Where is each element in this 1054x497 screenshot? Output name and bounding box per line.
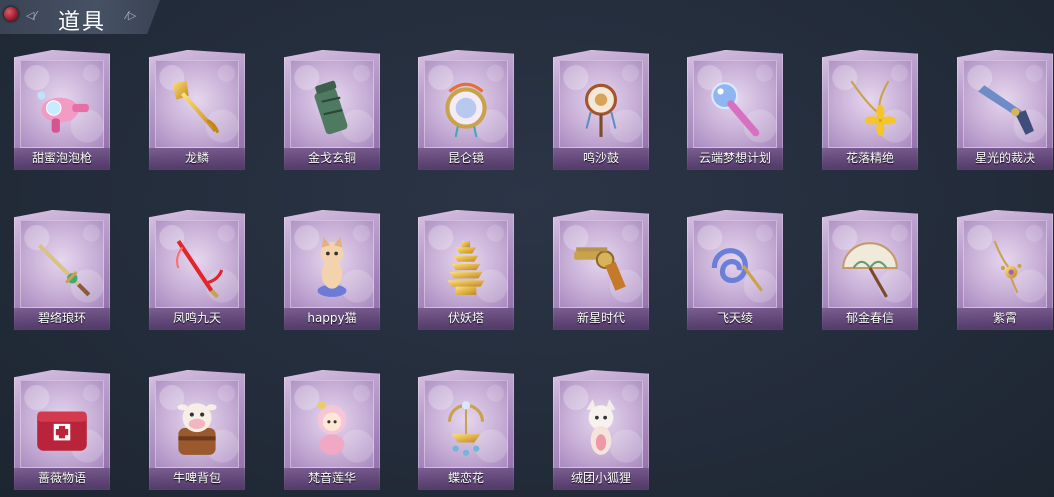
item-label: 鸣沙鼓 [582, 151, 619, 165]
item-label: happy猫 [307, 311, 357, 325]
item-label: 碧络琅环 [37, 311, 86, 325]
item-label: 牛啤背包 [172, 471, 221, 485]
item-card[interactable]: 星光的裁决 [957, 50, 1053, 170]
page-header: ◁⁄ 道具 ⁄▷ [0, 0, 160, 34]
cow-backpack-icon [166, 397, 228, 459]
item-card[interactable]: happy猫 [284, 210, 380, 330]
item-card[interactable]: 牛啤背包 [149, 370, 245, 490]
golden-pagoda-icon [435, 237, 497, 299]
microphone-wand-icon [704, 77, 766, 139]
item-label: 伏妖塔 [447, 311, 484, 325]
golden-pendulum-icon [974, 237, 1036, 299]
revolver-icon [570, 237, 632, 299]
item-card[interactable]: 碧络琅环 [14, 210, 110, 330]
flower-pendulum-icon [839, 77, 901, 139]
item-card[interactable]: 花落精绝 [822, 50, 918, 170]
ornament-right-icon: ⁄▷ [126, 9, 137, 22]
item-card[interactable]: 云端梦想计划 [687, 50, 783, 170]
bubble-gun-icon [31, 77, 93, 139]
item-label: 梵音莲华 [307, 471, 356, 485]
item-card[interactable]: 蝶恋花 [418, 370, 514, 490]
hand-drum-icon [570, 77, 632, 139]
red-gem-icon [4, 7, 18, 21]
ribbon-icon [704, 237, 766, 299]
item-card[interactable]: 凤鸣九天 [149, 210, 245, 330]
red-sword-icon [166, 237, 228, 299]
ornate-mirror-icon [435, 77, 497, 139]
first-aid-kit-icon [31, 397, 93, 459]
jade-sword-icon [31, 237, 93, 299]
item-label: 昆仑镜 [447, 151, 484, 165]
ornament-left-icon: ◁⁄ [26, 9, 37, 22]
item-card[interactable]: 鸣沙鼓 [553, 50, 649, 170]
golden-shovel-icon [166, 77, 228, 139]
item-label: 绒团小狐狸 [570, 471, 631, 485]
paper-umbrella-icon [839, 237, 901, 299]
item-label: 云端梦想计划 [698, 151, 771, 165]
item-card[interactable]: 梵音莲华 [284, 370, 380, 490]
flintlock-pistol-icon [974, 77, 1036, 139]
item-card[interactable]: 甜蜜泡泡枪 [14, 50, 110, 170]
item-card[interactable]: 郁金春信 [822, 210, 918, 330]
item-label: 新星时代 [576, 311, 625, 325]
cat-figure-icon [301, 236, 363, 299]
item-label: 蝶恋花 [447, 471, 484, 485]
item-label: 花落精绝 [845, 151, 894, 165]
item-label: 甜蜜泡泡枪 [31, 151, 92, 165]
item-label: 飞天绫 [716, 311, 753, 325]
item-card[interactable]: 金戈玄铜 [284, 50, 380, 170]
item-card[interactable]: 绒团小狐狸 [553, 370, 649, 490]
item-card[interactable]: 飞天绫 [687, 210, 783, 330]
item-label: 凤鸣九天 [172, 311, 221, 325]
item-label: 紫霄 [992, 311, 1017, 325]
fox-plush-icon [570, 397, 632, 459]
page-title: 道具 [58, 10, 107, 35]
item-label: 蔷薇物语 [37, 471, 86, 485]
item-card[interactable]: 蔷薇物语 [14, 370, 110, 490]
chandelier-icon [435, 397, 497, 459]
item-card[interactable]: 昆仑镜 [418, 50, 514, 170]
item-card[interactable]: 紫霄 [957, 210, 1053, 330]
item-card[interactable]: 新星时代 [553, 210, 649, 330]
item-label: 龙鳞 [184, 151, 209, 165]
item-label: 星光的裁决 [974, 151, 1035, 165]
item-label: 郁金春信 [845, 311, 894, 325]
item-card[interactable]: 伏妖塔 [418, 210, 514, 330]
bronze-cylinder-icon [301, 77, 363, 139]
doll-figure-icon [301, 397, 363, 459]
item-card[interactable]: 龙鳞 [149, 50, 245, 170]
item-label: 金戈玄铜 [307, 151, 356, 165]
